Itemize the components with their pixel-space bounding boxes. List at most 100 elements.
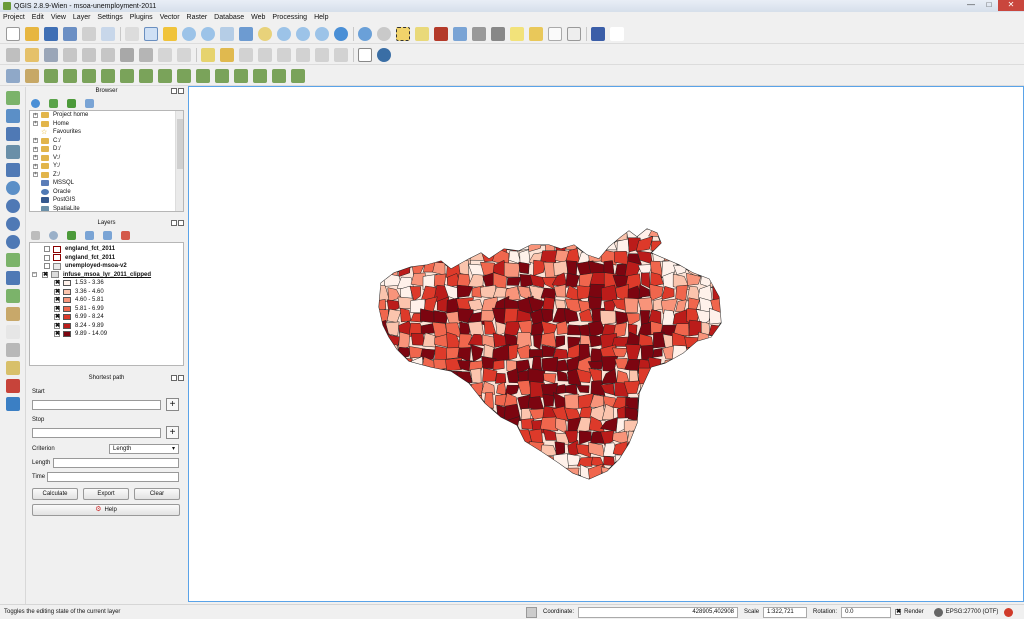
show-hide-labels-icon[interactable]	[334, 47, 348, 62]
legend-class[interactable]: ✖ 9.89 - 14.09	[30, 330, 183, 339]
statistics-icon[interactable]	[472, 26, 486, 41]
menu-raster[interactable]: Raster	[187, 14, 208, 21]
new-bookmark-icon[interactable]	[529, 26, 543, 41]
undo-icon[interactable]	[6, 68, 20, 83]
render-checkbox[interactable]: ✖	[895, 609, 901, 615]
add-wfs-layer-icon[interactable]	[6, 235, 20, 249]
spatial-query-icon[interactable]	[6, 379, 20, 393]
layer-item[interactable]: − ✖ infuse_msoa_lyr_2011_clipped	[30, 271, 183, 280]
add-delimited-text-icon[interactable]	[6, 253, 20, 267]
layer-item[interactable]: england_fct_2011	[30, 245, 183, 254]
tree-item[interactable]: + V:/	[30, 154, 183, 163]
split-features-icon[interactable]	[215, 68, 229, 83]
filter-icon[interactable]	[67, 98, 76, 108]
identify-icon[interactable]	[358, 26, 372, 41]
tree-item[interactable]: + Project home	[30, 111, 183, 120]
export-button[interactable]: Export	[83, 488, 129, 500]
pan-to-selection-icon[interactable]	[163, 26, 177, 41]
add-raster-layer-icon[interactable]	[6, 109, 20, 123]
rotation-spinbox[interactable]: 0.0	[841, 606, 892, 618]
node-tool-icon[interactable]	[101, 47, 115, 62]
copy-features-icon[interactable]	[158, 47, 172, 62]
menu-database[interactable]: Database	[214, 14, 244, 21]
legend-class-checkbox[interactable]: ✖	[54, 280, 60, 287]
layer-visibility-checkbox[interactable]	[44, 246, 50, 253]
crs-icon[interactable]	[933, 607, 943, 617]
tree-item[interactable]: + C:/	[30, 137, 183, 146]
add-selected-icon[interactable]	[49, 98, 58, 108]
stop-point-input[interactable]	[32, 427, 161, 438]
layer-labeling-icon[interactable]	[220, 47, 234, 62]
browser-scrollbar[interactable]	[175, 111, 183, 211]
measure-line-icon[interactable]	[491, 26, 505, 41]
calculate-button[interactable]: Calculate	[32, 488, 78, 500]
whats-this-icon[interactable]	[610, 26, 624, 41]
add-virtual-layer-icon[interactable]	[6, 271, 20, 285]
menu-vector[interactable]: Vector	[160, 14, 180, 21]
add-feature-icon[interactable]	[63, 47, 77, 62]
select-features-icon[interactable]	[396, 26, 410, 41]
close-button[interactable]: ✕	[998, 0, 1024, 11]
layer-item[interactable]: england_fct_2011	[30, 254, 183, 263]
pin-labels-icon[interactable]	[239, 47, 253, 62]
move-label-icon[interactable]	[277, 47, 291, 62]
capture-start-button[interactable]: +	[166, 398, 179, 411]
new-gpx-layer-icon[interactable]	[6, 307, 20, 321]
criterion-select[interactable]: Length ▾	[109, 444, 179, 454]
legend-class-checkbox[interactable]: ✖	[54, 297, 60, 304]
new-project-icon[interactable]	[6, 26, 20, 41]
start-point-input[interactable]	[32, 399, 161, 410]
menu-web[interactable]: Web	[251, 14, 265, 21]
split-parts-icon[interactable]	[234, 68, 248, 83]
help-button[interactable]: ⚙ Help	[32, 504, 180, 516]
zoom-in-icon[interactable]	[182, 26, 196, 41]
collapse-all-icon[interactable]	[85, 98, 94, 108]
merge-features-icon[interactable]	[253, 68, 267, 83]
legend-class-checkbox[interactable]: ✖	[54, 322, 60, 329]
rotate-feature-icon[interactable]	[44, 68, 58, 83]
delete-ring-icon[interactable]	[139, 68, 153, 83]
delete-selected-icon[interactable]	[120, 47, 134, 62]
simplify-feature-icon[interactable]	[63, 68, 77, 83]
remove-layer-icon[interactable]	[121, 230, 130, 240]
deselect-icon[interactable]	[415, 26, 429, 41]
tree-item[interactable]: + Y:/	[30, 162, 183, 171]
add-ring-icon[interactable]	[82, 68, 96, 83]
capture-stop-button[interactable]: +	[166, 426, 179, 439]
rotate-point-symbols-icon[interactable]	[291, 68, 305, 83]
scale-combobox[interactable]: 1:322,721	[763, 606, 808, 618]
legend-class[interactable]: ✖ 1.53 - 3.36	[30, 279, 183, 288]
tree-item[interactable]: + Home	[30, 120, 183, 129]
menu-project[interactable]: Project	[3, 14, 25, 21]
text-annotation-icon[interactable]	[567, 26, 581, 41]
legend-class[interactable]: ✖ 8.24 - 9.89	[30, 322, 183, 331]
change-label-icon[interactable]	[315, 47, 329, 62]
layer-item[interactable]: unemployed-msoa-v2	[30, 262, 183, 271]
zoom-last-icon[interactable]	[296, 26, 310, 41]
clear-button[interactable]: Clear	[134, 488, 180, 500]
road-graph-icon[interactable]	[6, 343, 20, 357]
offset-curve-icon[interactable]	[196, 68, 210, 83]
refresh-icon[interactable]	[334, 26, 348, 41]
add-vector-layer-icon[interactable]	[6, 91, 20, 105]
pan-hand-icon[interactable]	[144, 26, 158, 41]
float-panel-button[interactable]	[171, 375, 177, 381]
menu-edit[interactable]: Edit	[32, 14, 44, 21]
tree-item[interactable]: MSSQL	[30, 179, 183, 188]
layer-visibility-checkbox[interactable]: ✖	[42, 271, 48, 278]
map-canvas[interactable]	[188, 86, 1024, 602]
zoom-to-layer-icon[interactable]	[277, 26, 291, 41]
float-panel-button[interactable]	[171, 88, 177, 94]
move-feature-icon[interactable]	[82, 47, 96, 62]
legend-class-checkbox[interactable]: ✖	[54, 305, 60, 312]
add-mssql-layer-icon[interactable]	[6, 163, 20, 177]
menu-layer[interactable]: Layer	[73, 14, 91, 21]
csv-layer-icon[interactable]	[358, 47, 372, 62]
messages-icon[interactable]	[1004, 607, 1014, 617]
layer-visibility-checkbox[interactable]	[44, 263, 50, 270]
add-oracle-layer-icon[interactable]	[6, 181, 20, 195]
crs-status[interactable]: EPSG:27700 (OTF)	[946, 609, 999, 615]
field-calculator-icon[interactable]	[434, 26, 448, 41]
tree-item[interactable]: PostGIS	[30, 196, 183, 205]
reshape-features-icon[interactable]	[177, 68, 191, 83]
